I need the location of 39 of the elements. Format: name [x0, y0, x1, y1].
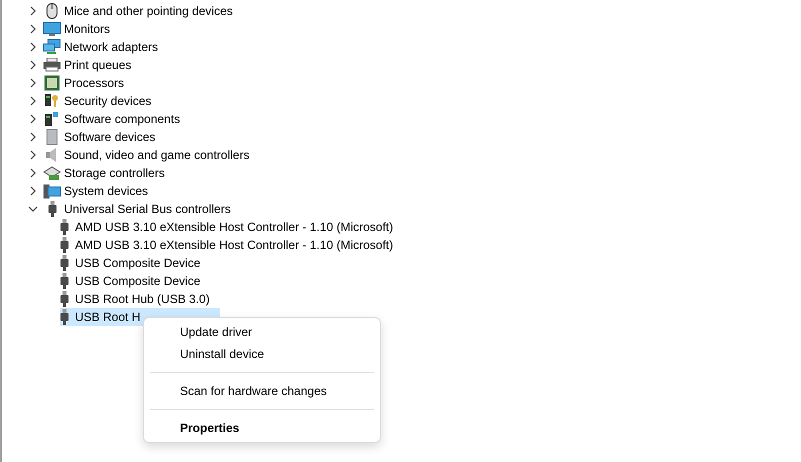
tree-item[interactable]: AMD USB 3.10 eXtensible Host Controller - 1.10 (Microsoft) [60, 236, 396, 254]
tree-item[interactable]: Network adapters [64, 38, 158, 56]
speaker-icon [45, 147, 59, 163]
printer-icon [43, 58, 61, 72]
tree-item[interactable]: Software components [64, 110, 180, 128]
usb-plug-icon [48, 201, 56, 217]
tree-item[interactable]: Mice and other pointing devices [64, 2, 233, 20]
network-icon [43, 39, 61, 55]
tree-item[interactable]: Universal Serial Bus controllers [64, 200, 231, 218]
collapse-chevron-icon[interactable] [28, 204, 38, 214]
tree-item[interactable]: AMD USB 3.10 eXtensible Host Controller - 1.10 (Microsoft) [60, 218, 396, 236]
usb-plug-icon [60, 273, 69, 289]
mouse-icon [46, 3, 58, 19]
chip-icon [44, 75, 60, 91]
usb-plug-icon [60, 255, 69, 271]
tree-item[interactable]: Sound, video and game controllers [64, 146, 250, 164]
usb-plug-icon [60, 237, 69, 253]
tree-item[interactable]: USB Composite Device [60, 272, 204, 290]
key-device-icon [44, 93, 60, 109]
usb-plug-icon [60, 219, 69, 235]
menu-item[interactable]: Uninstall device [148, 343, 376, 365]
tower-icon [46, 129, 58, 145]
tree-item[interactable]: Security devices [64, 92, 152, 110]
system-icon [43, 184, 61, 198]
component-icon [44, 111, 60, 127]
tree-item[interactable]: USB Composite Device [60, 254, 204, 272]
tree-item[interactable]: System devices [64, 182, 148, 200]
usb-plug-icon [60, 309, 69, 325]
monitor-icon [43, 22, 61, 36]
tree-item[interactable]: Software devices [64, 128, 156, 146]
tree-item[interactable]: USB Root Hub (USB 3.0) [60, 290, 213, 308]
tree-item[interactable]: Processors [64, 74, 124, 92]
storage-icon [43, 165, 61, 181]
tree-item[interactable]: Monitors [64, 20, 110, 38]
menu-item[interactable]: Properties [148, 417, 376, 439]
usb-plug-icon [60, 291, 69, 307]
menu-item[interactable]: Scan for hardware changes [148, 380, 376, 402]
tree-item[interactable]: Storage controllers [64, 164, 165, 182]
tree-item[interactable]: Print queues [64, 56, 132, 74]
